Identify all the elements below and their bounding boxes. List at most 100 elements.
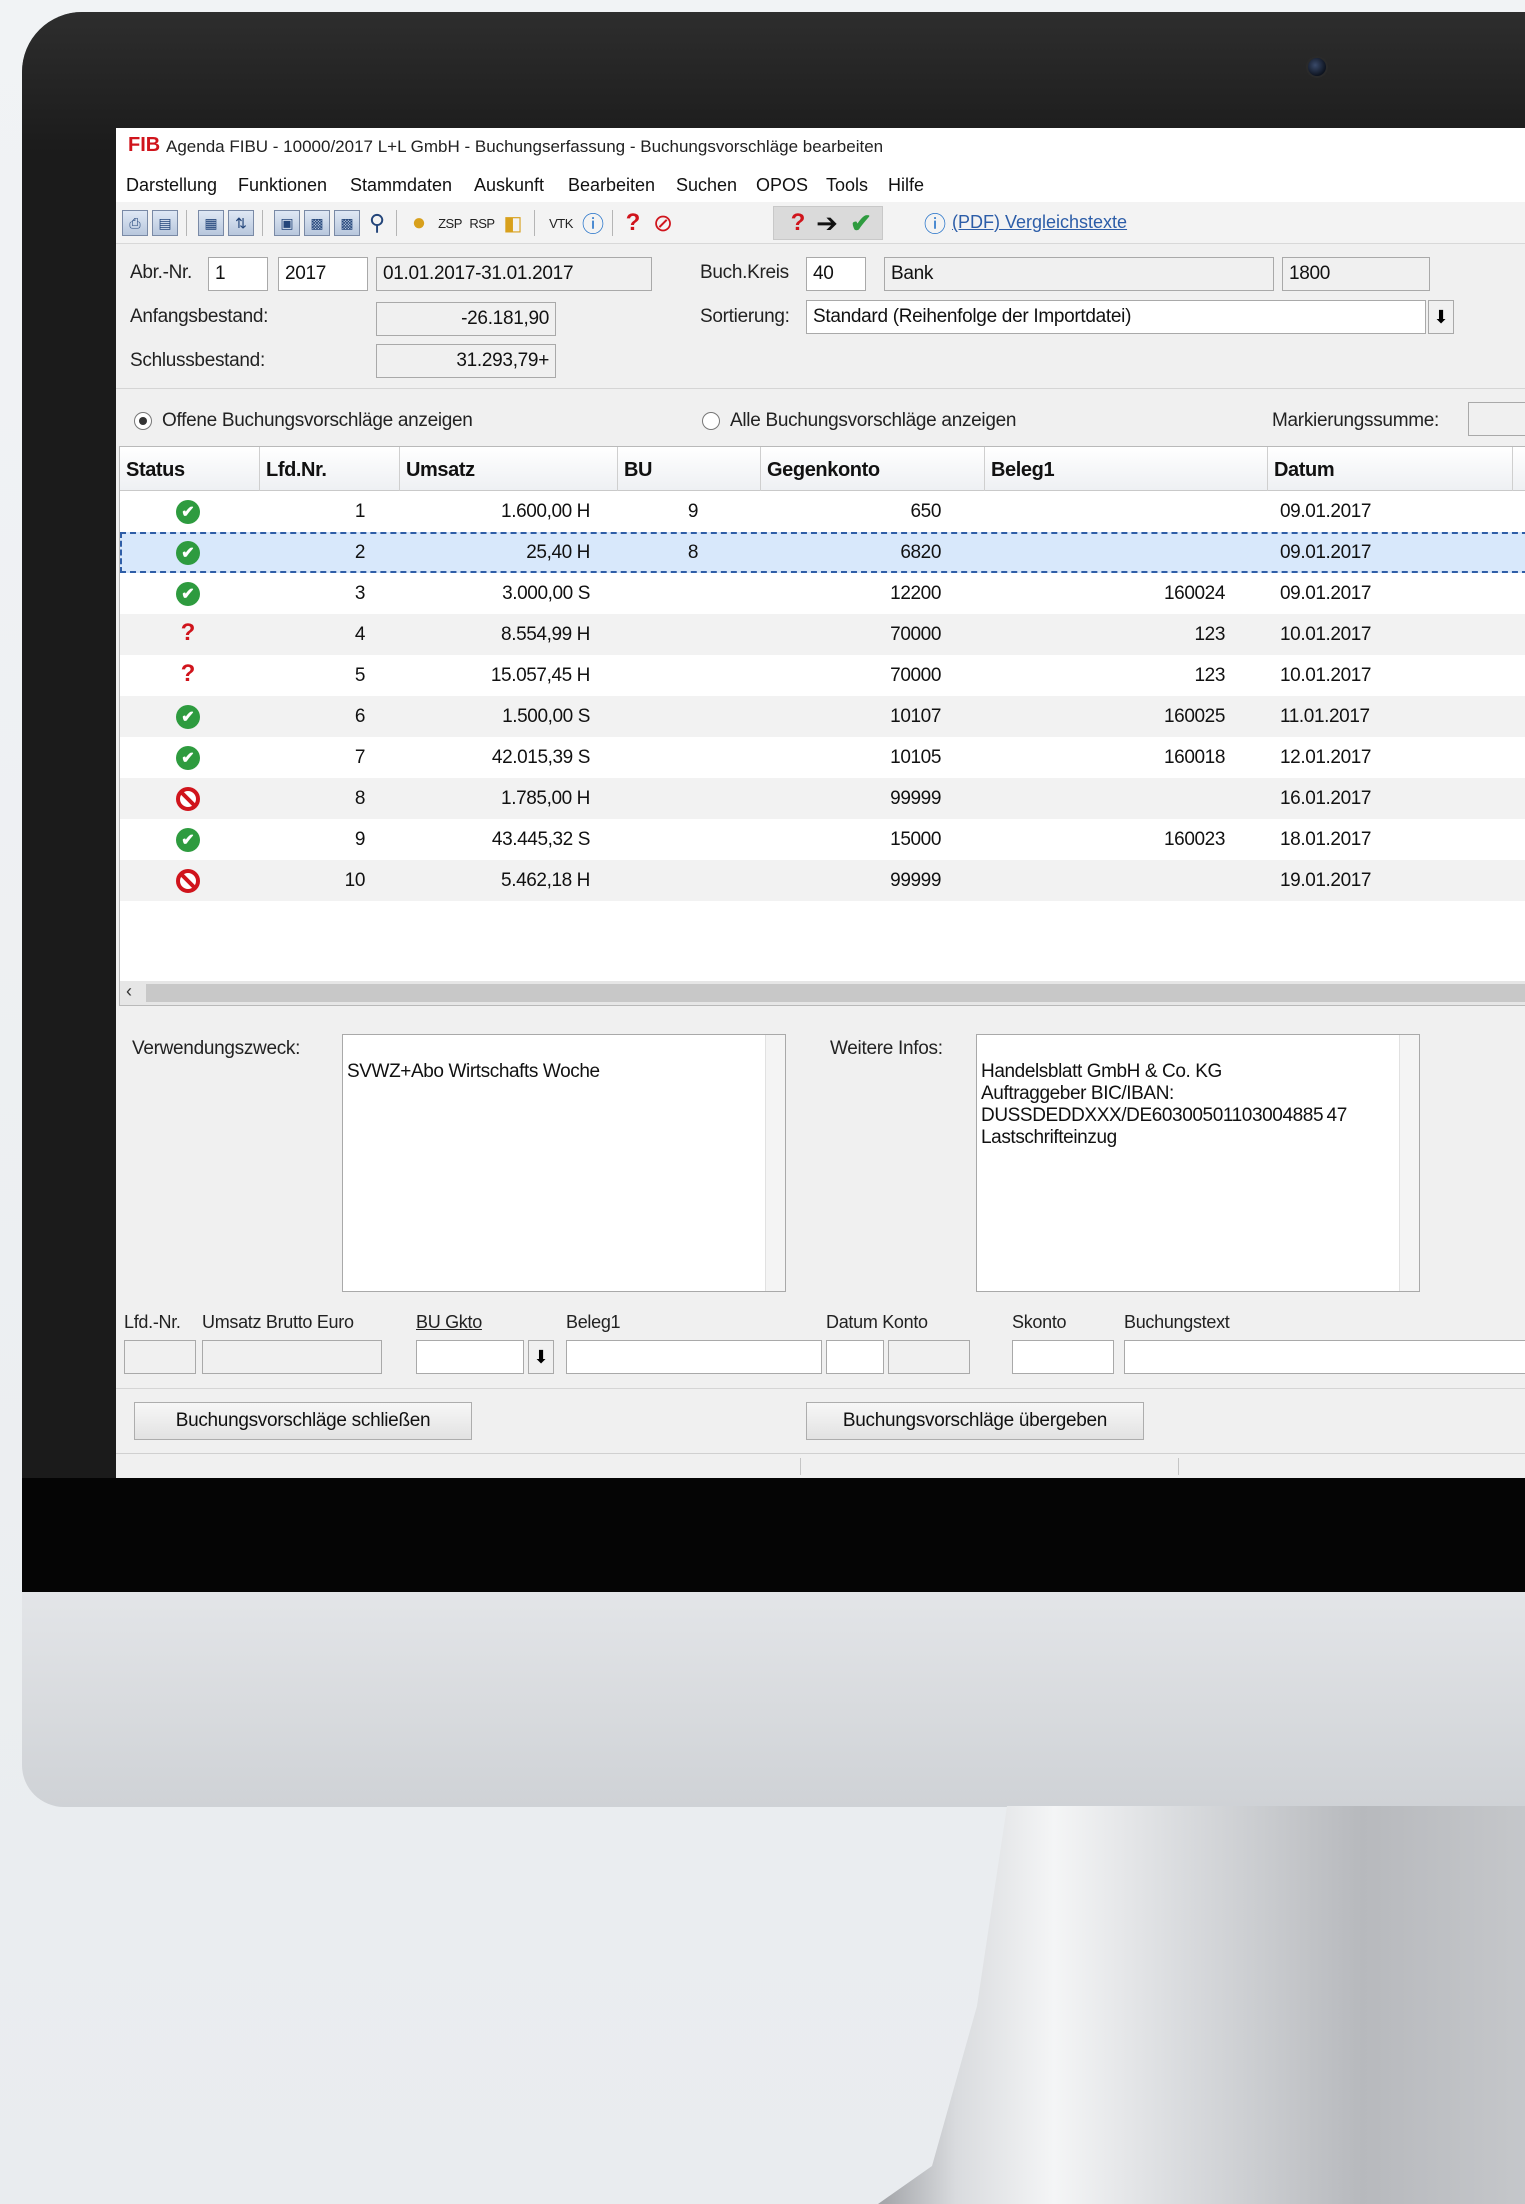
cell-beleg1: 123 xyxy=(1194,665,1225,686)
menu-hilfe[interactable]: Hilfe xyxy=(888,175,924,196)
binoculars-icon[interactable]: ⚲ xyxy=(364,210,390,236)
table-row[interactable]: ✔ 1 1.600,00 H 9 650 09.01.2017 xyxy=(120,491,1525,532)
pdf-comparison-link[interactable]: (PDF) Vergleichstexte xyxy=(952,212,1127,233)
toolbar-separator xyxy=(262,210,263,236)
transfer-icon[interactable]: ◧ xyxy=(500,210,526,236)
cell-umsatz: 43.445,32 S xyxy=(491,829,590,850)
beleg1-input[interactable] xyxy=(566,1340,822,1374)
table-row[interactable]: 10 5.462,18 H 99999 19.01.2017 xyxy=(120,860,1525,901)
col-status[interactable]: Status xyxy=(120,447,260,491)
weitere-infos-text[interactable]: Handelsblatt GmbH & Co. KG Auftraggeber … xyxy=(976,1034,1420,1292)
question-icon[interactable]: ? xyxy=(620,209,646,236)
form-icon[interactable]: ▦ xyxy=(198,210,224,236)
abr-nr-field[interactable]: 1 xyxy=(208,257,268,291)
schlussbestand-label: Schlussbestand: xyxy=(130,350,265,371)
cell-nr: 2 xyxy=(354,542,366,563)
grid-icon[interactable]: ▩ xyxy=(304,210,330,236)
vtk-button[interactable]: VTK xyxy=(544,210,578,236)
cell-datum: 10.01.2017 xyxy=(1280,624,1372,645)
horizontal-scrollbar[interactable]: ‹ xyxy=(120,981,1525,1005)
menu-opos[interactable]: OPOS xyxy=(756,175,808,196)
table-row[interactable]: ✔ 2 25,40 H 8 6820 09.01.2017 xyxy=(120,532,1525,573)
checkmark-icon[interactable]: ✔ xyxy=(846,208,876,238)
skonto-input[interactable] xyxy=(1012,1340,1114,1374)
question-status-icon[interactable]: ? xyxy=(788,209,808,236)
grid2-icon[interactable]: ▩ xyxy=(334,210,360,236)
cell-datum: 10.01.2017 xyxy=(1280,665,1372,686)
datum-input[interactable] xyxy=(826,1340,884,1374)
status-ok-icon: ✔ xyxy=(176,705,200,729)
radio-open-label[interactable]: Offene Buchungsvorschläge anzeigen xyxy=(162,410,473,432)
booking-proposals-grid: Status Lfd.Nr. Umsatz BU Gegenkonto Bele… xyxy=(119,446,1525,1006)
cell-nr: 8 xyxy=(354,788,366,809)
table-row[interactable]: ✔ 6 1.500,00 S 10107 160025 11.01.2017 xyxy=(120,696,1525,737)
cell-gegenkonto: 650 xyxy=(910,501,941,522)
memo-scrollbar[interactable] xyxy=(765,1035,785,1291)
weitere-infos-value: Handelsblatt GmbH & Co. KG Auftraggeber … xyxy=(981,1061,1347,1148)
arrow-right-icon[interactable]: ➔ xyxy=(810,208,844,238)
scroll-thumb[interactable] xyxy=(146,984,1525,1002)
bu-gkto-label[interactable]: BU Gkto xyxy=(416,1312,482,1333)
radio-all[interactable] xyxy=(702,412,720,430)
col-gegenkonto[interactable]: Gegenkonto xyxy=(761,447,985,491)
table-row[interactable]: 8 1.785,00 H 99999 16.01.2017 xyxy=(120,778,1525,819)
table-row[interactable]: ✔ 9 43.445,32 S 15000 160023 18.01.2017 xyxy=(120,819,1525,860)
table-row[interactable]: ✔ 7 42.015,39 S 10105 160018 12.01.2017 xyxy=(120,737,1525,778)
cell-beleg1: 160024 xyxy=(1163,583,1225,604)
scroll-left-icon[interactable]: ‹ xyxy=(126,981,132,1002)
verwendungszweck-text[interactable]: SVWZ+Abo Wirtschafts Woche xyxy=(342,1034,786,1292)
menu-stammdaten[interactable]: Stammdaten xyxy=(350,175,452,196)
print-icon[interactable]: ⎙ xyxy=(122,210,148,236)
umsatz-brutto-label: Umsatz Brutto Euro xyxy=(202,1312,354,1332)
cell-umsatz: 1.600,00 H xyxy=(501,501,590,522)
cell-umsatz: 1.785,00 H xyxy=(501,788,590,809)
cell-bu xyxy=(618,614,698,655)
table-row[interactable]: ? 4 8.554,99 H 70000 123 10.01.2017 xyxy=(120,614,1525,655)
buchkreis-field[interactable]: 40 xyxy=(806,257,866,291)
menu-darstellung[interactable]: Darstellung xyxy=(126,175,217,196)
cell-nr: 7 xyxy=(354,747,366,768)
zsp-button[interactable]: ZSP xyxy=(434,210,466,236)
col-beleg1[interactable]: Beleg1 xyxy=(985,447,1268,491)
radio-all-label[interactable]: Alle Buchungsvorschläge anzeigen xyxy=(730,410,1016,432)
col-bu[interactable]: BU xyxy=(618,447,761,491)
cell-beleg1 xyxy=(985,778,1225,819)
cell-bu xyxy=(618,696,698,737)
menu-auskunft[interactable]: Auskunft xyxy=(474,175,544,196)
sortierung-select[interactable]: Standard (Reihenfolge der Importdatei) xyxy=(806,300,1426,334)
block-icon[interactable]: ⊘ xyxy=(650,210,676,237)
close-proposals-button[interactable]: Buchungsvorschläge schließen xyxy=(134,1402,472,1440)
col-datum[interactable]: Datum xyxy=(1268,447,1513,491)
status-question-icon: ? xyxy=(180,660,196,687)
buchungstext-input[interactable] xyxy=(1124,1340,1525,1374)
gkto-dropdown-icon[interactable]: ⬇ xyxy=(528,1340,554,1374)
beleg1-label: Beleg1 xyxy=(566,1312,621,1332)
info-icon[interactable]: ⓘ xyxy=(580,210,606,237)
sort-icon[interactable]: ⇅ xyxy=(228,210,254,236)
cell-bu xyxy=(618,655,698,696)
datum-konto-label: Datum Konto xyxy=(826,1312,928,1332)
menu-suchen[interactable]: Suchen xyxy=(676,175,737,196)
rsp-button[interactable]: RSP xyxy=(466,210,498,236)
table-row[interactable]: ✔ 3 3.000,00 S 12200 160024 09.01.2017 xyxy=(120,573,1525,614)
cell-datum: 19.01.2017 xyxy=(1280,870,1372,891)
lfd-nr-label: Lfd.-Nr. xyxy=(124,1312,181,1332)
memo-scrollbar[interactable] xyxy=(1399,1035,1419,1291)
window-icon[interactable]: ▣ xyxy=(274,210,300,236)
col-lfd-nr[interactable]: Lfd.Nr. xyxy=(260,447,400,491)
cell-nr: 1 xyxy=(354,501,366,522)
sortierung-label: Sortierung: xyxy=(700,306,790,327)
col-umsatz[interactable]: Umsatz xyxy=(400,447,618,491)
menu-tools[interactable]: Tools xyxy=(826,175,868,196)
menu-funktionen[interactable]: Funktionen xyxy=(238,175,327,196)
menu-bearbeiten[interactable]: Bearbeiten xyxy=(568,175,655,196)
bu-gkto-input[interactable] xyxy=(416,1340,524,1374)
print-preview-icon[interactable]: ▤ xyxy=(152,210,178,236)
coin-icon[interactable]: ● xyxy=(406,209,432,236)
year-field[interactable]: 2017 xyxy=(278,257,368,291)
table-row[interactable]: ? 5 15.057,45 H 70000 123 10.01.2017 xyxy=(120,655,1525,696)
cell-gegenkonto: 12200 xyxy=(890,583,941,604)
radio-open[interactable] xyxy=(134,412,152,430)
submit-proposals-button[interactable]: Buchungsvorschläge übergeben xyxy=(806,1402,1144,1440)
sortierung-dropdown-icon[interactable]: ⬇ xyxy=(1428,300,1454,334)
